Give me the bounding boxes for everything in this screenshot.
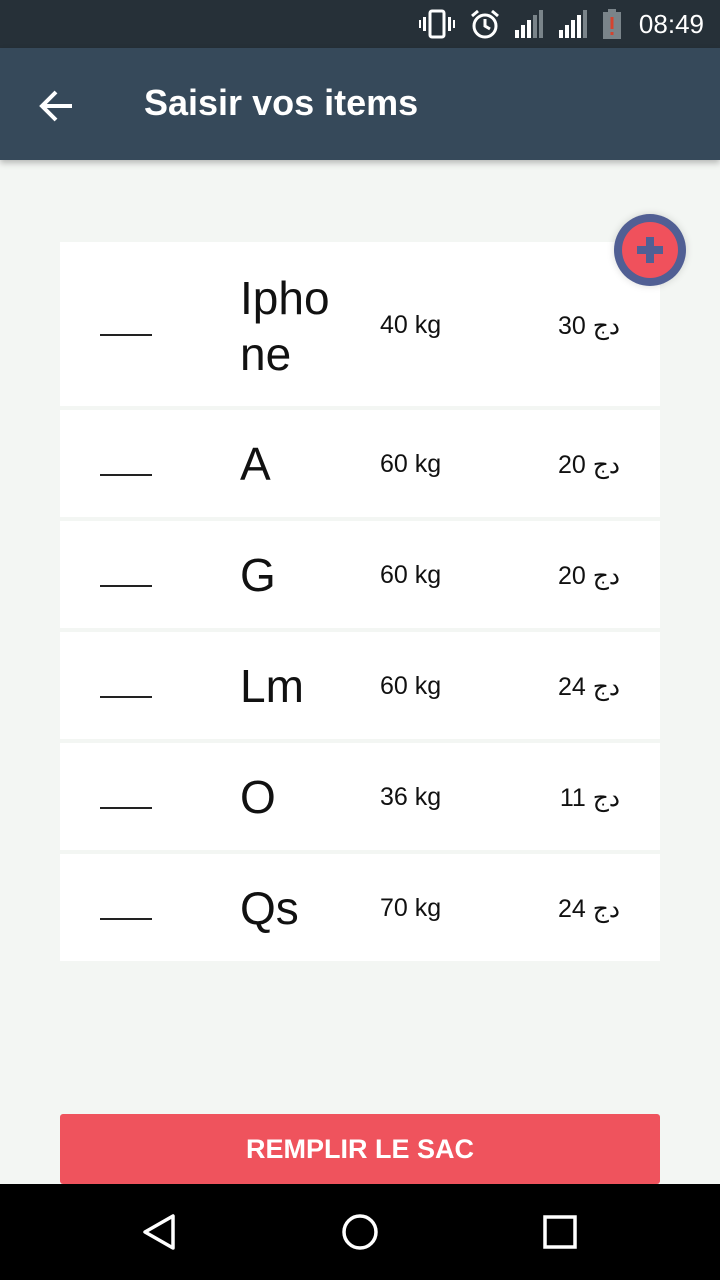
item-weight: 70 kg <box>380 894 442 922</box>
page-title: Saisir vos items <box>144 82 419 123</box>
app-bar: Saisir vos items <box>0 48 720 160</box>
back-triangle-icon[interactable] <box>140 1212 180 1252</box>
list-item[interactable]: Qs 70 kg 24 دج <box>60 854 660 961</box>
item-marker <box>100 806 152 809</box>
fill-bag-button[interactable]: REMPLIR LE SAC <box>60 1114 660 1184</box>
plus-icon <box>622 222 678 278</box>
status-time: 08:49 <box>638 8 704 39</box>
item-marker <box>100 695 152 698</box>
vibrate-icon <box>418 9 455 39</box>
item-weight: 60 kg <box>380 450 442 478</box>
list-item[interactable]: G 60 kg 20 دج <box>60 521 660 628</box>
arrow-back-icon[interactable] <box>34 84 78 128</box>
item-weight: 40 kg <box>380 311 442 339</box>
item-price: 30 دج <box>557 312 620 340</box>
item-weight: 60 kg <box>380 561 442 589</box>
recents-square-icon[interactable] <box>540 1212 580 1252</box>
item-name: Qs <box>240 882 299 934</box>
item-weight: 36 kg <box>380 783 442 811</box>
signal-icon <box>514 10 543 38</box>
item-price: 20 دج <box>557 451 620 479</box>
items-list: Iphone 40 kg 30 دج A 60 kg 20 دج G 60 kg… <box>60 242 660 965</box>
item-name: G <box>240 549 276 601</box>
signal-icon <box>558 10 587 38</box>
battery-alert-icon <box>602 9 621 39</box>
item-price: 24 دج <box>557 673 620 701</box>
item-marker <box>100 473 152 476</box>
item-marker <box>100 334 152 336</box>
alarm-icon <box>470 9 499 39</box>
item-name: O <box>240 771 276 823</box>
add-item-button[interactable] <box>614 214 686 286</box>
item-price: 20 دج <box>557 562 620 590</box>
list-item[interactable]: A 60 kg 20 دج <box>60 410 660 517</box>
item-price: 11 دج <box>559 784 620 812</box>
item-marker <box>100 917 152 920</box>
item-marker <box>100 584 152 587</box>
item-name: A <box>240 438 271 490</box>
list-item[interactable]: Lm 60 kg 24 دج <box>60 632 660 739</box>
item-price: 24 دج <box>557 895 620 923</box>
list-item[interactable]: Iphone 40 kg 30 دج <box>60 242 660 406</box>
navigation-bar <box>0 1184 720 1280</box>
item-weight: 60 kg <box>380 672 442 700</box>
home-circle-icon[interactable] <box>340 1212 380 1252</box>
item-name: Lm <box>240 660 304 712</box>
item-name: Iphone <box>240 272 330 380</box>
status-bar: 08:49 <box>0 0 720 48</box>
list-item[interactable]: O 36 kg 11 دج <box>60 743 660 850</box>
